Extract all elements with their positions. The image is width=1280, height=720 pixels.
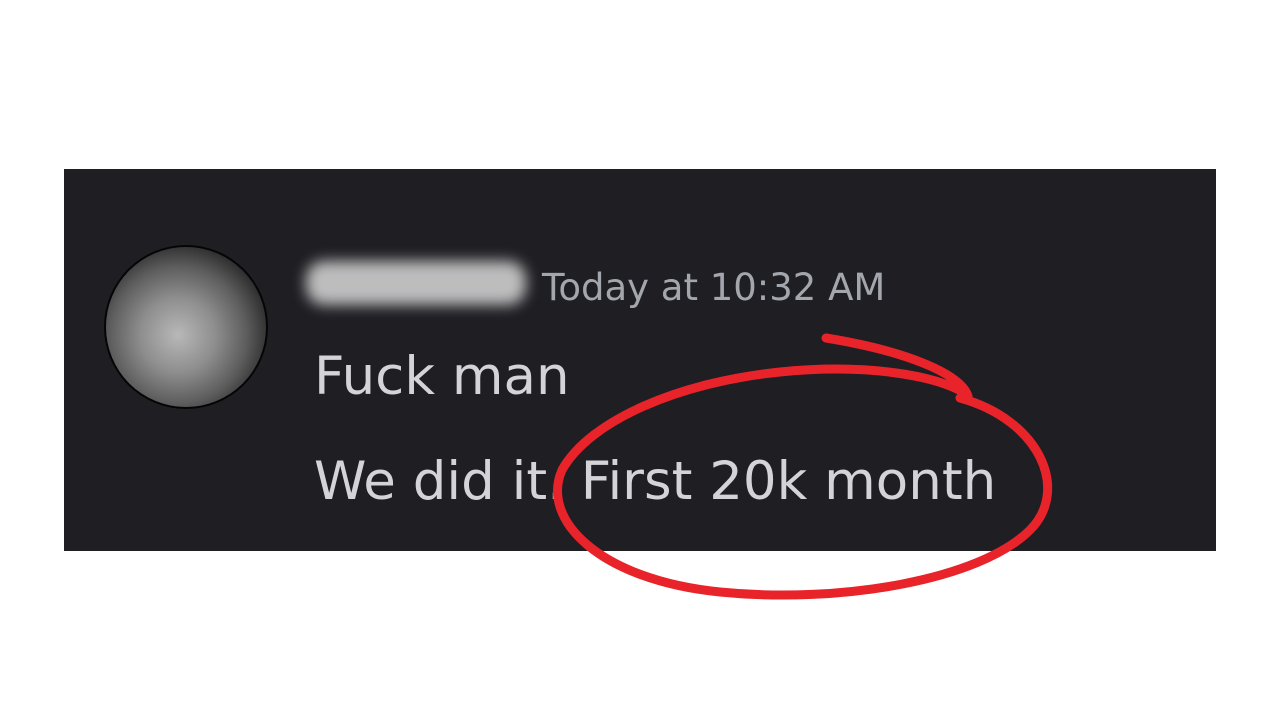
avatar[interactable] [106, 247, 266, 407]
username-redacted [306, 261, 526, 305]
chat-message: Today at 10:32 AM Fuck man We did it. Fi… [64, 169, 1216, 551]
message-line-2: We did it. First 20k month [314, 451, 997, 512]
screenshot-canvas: Today at 10:32 AM Fuck man We did it. Fi… [0, 0, 1280, 720]
message-line-1: Fuck man [314, 346, 570, 407]
message-timestamp: Today at 10:32 AM [542, 266, 886, 309]
